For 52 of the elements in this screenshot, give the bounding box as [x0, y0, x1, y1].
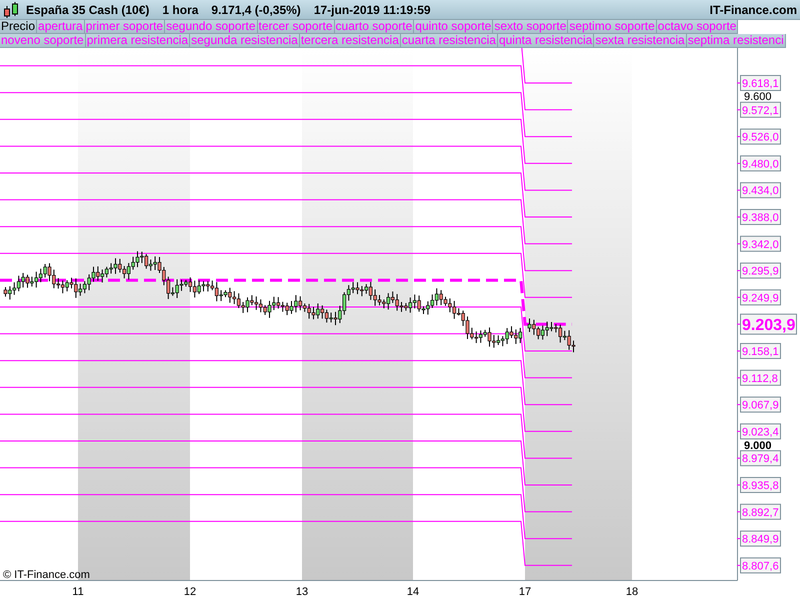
price-tick-label: 9.000: [744, 440, 772, 452]
legend-item[interactable]: sexto soporte: [493, 20, 568, 34]
time-axis-label: 18: [626, 586, 638, 598]
price-tick-label: 9.600: [744, 91, 772, 103]
legend-item[interactable]: quinto soporte: [414, 20, 494, 34]
legend-item[interactable]: apertura: [37, 20, 85, 34]
price-level-label: 9.203,9: [736, 314, 797, 335]
time-axis-label: 13: [296, 586, 308, 598]
legend-item[interactable]: primera resistencia: [86, 34, 190, 48]
price-level-label: 8.935,8: [736, 477, 781, 493]
price-level-label: 9.434,0: [736, 182, 781, 198]
price-level-label: 9.249,9: [736, 289, 781, 306]
site-name: IT-Finance.com: [710, 2, 797, 16]
candlestick-icon: [2, 0, 20, 18]
instrument-name: España 35 Cash (10€): [26, 2, 150, 16]
price-level-label: 9.572,1: [736, 102, 781, 118]
legend-item[interactable]: quinta resistencia: [498, 34, 594, 48]
price-change: 9.171,4 (-0,35%): [211, 2, 301, 16]
price-level-label: 8.807,6: [736, 557, 781, 574]
price-level-label: 9.112,8: [736, 370, 781, 386]
date-time: 17-jun-2019 11:19:59: [314, 2, 431, 16]
price-level-label: 8.979,4: [736, 450, 781, 466]
price-level-label: 9.023,4: [736, 423, 781, 440]
legend-item[interactable]: septima resistenci: [686, 34, 786, 48]
legend-item[interactable]: segundo soporte: [165, 20, 258, 34]
time-axis-label: 17: [518, 586, 532, 598]
price-level-label: 9.618,1: [736, 75, 781, 91]
price-level-label: 9.388,0: [736, 209, 781, 225]
legend-item[interactable]: sexta resistencia: [594, 34, 687, 48]
legend-item[interactable]: primer soporte: [84, 20, 166, 34]
legend-item[interactable]: Precio: [0, 20, 38, 34]
price-level-label: 9.342,0: [736, 236, 781, 252]
copyright-text: © IT-Finance.com: [3, 569, 90, 581]
price-level-label: 8.892,7: [736, 504, 781, 520]
legend-item[interactable]: noveno soporte: [0, 34, 86, 48]
legend-item[interactable]: cuarta resistencia: [400, 34, 498, 48]
price-level-label: 9.295,9: [736, 262, 781, 279]
legend-item[interactable]: septimo soporte: [568, 20, 657, 34]
legend-item[interactable]: tercera resistencia: [300, 34, 401, 48]
legend-item[interactable]: cuarto soporte: [334, 20, 414, 34]
price-level-label: 9.480,0: [736, 155, 781, 172]
time-axis-label: 14: [406, 586, 420, 598]
legend-item[interactable]: tercer soporte: [258, 20, 335, 34]
price-level-label: 8.849,9: [736, 530, 781, 547]
interval-label: 1 hora: [162, 2, 198, 16]
legend-item[interactable]: segunda resistencia: [190, 34, 300, 48]
time-axis-label: 11: [72, 586, 84, 598]
price-level-label: 9.526,0: [736, 128, 781, 145]
time-axis-label: 12: [184, 586, 196, 598]
legend-item[interactable]: octavo soporte: [656, 20, 738, 34]
price-level-label: 9.067,9: [736, 396, 781, 413]
price-level-label: 9.158,1: [736, 343, 781, 359]
